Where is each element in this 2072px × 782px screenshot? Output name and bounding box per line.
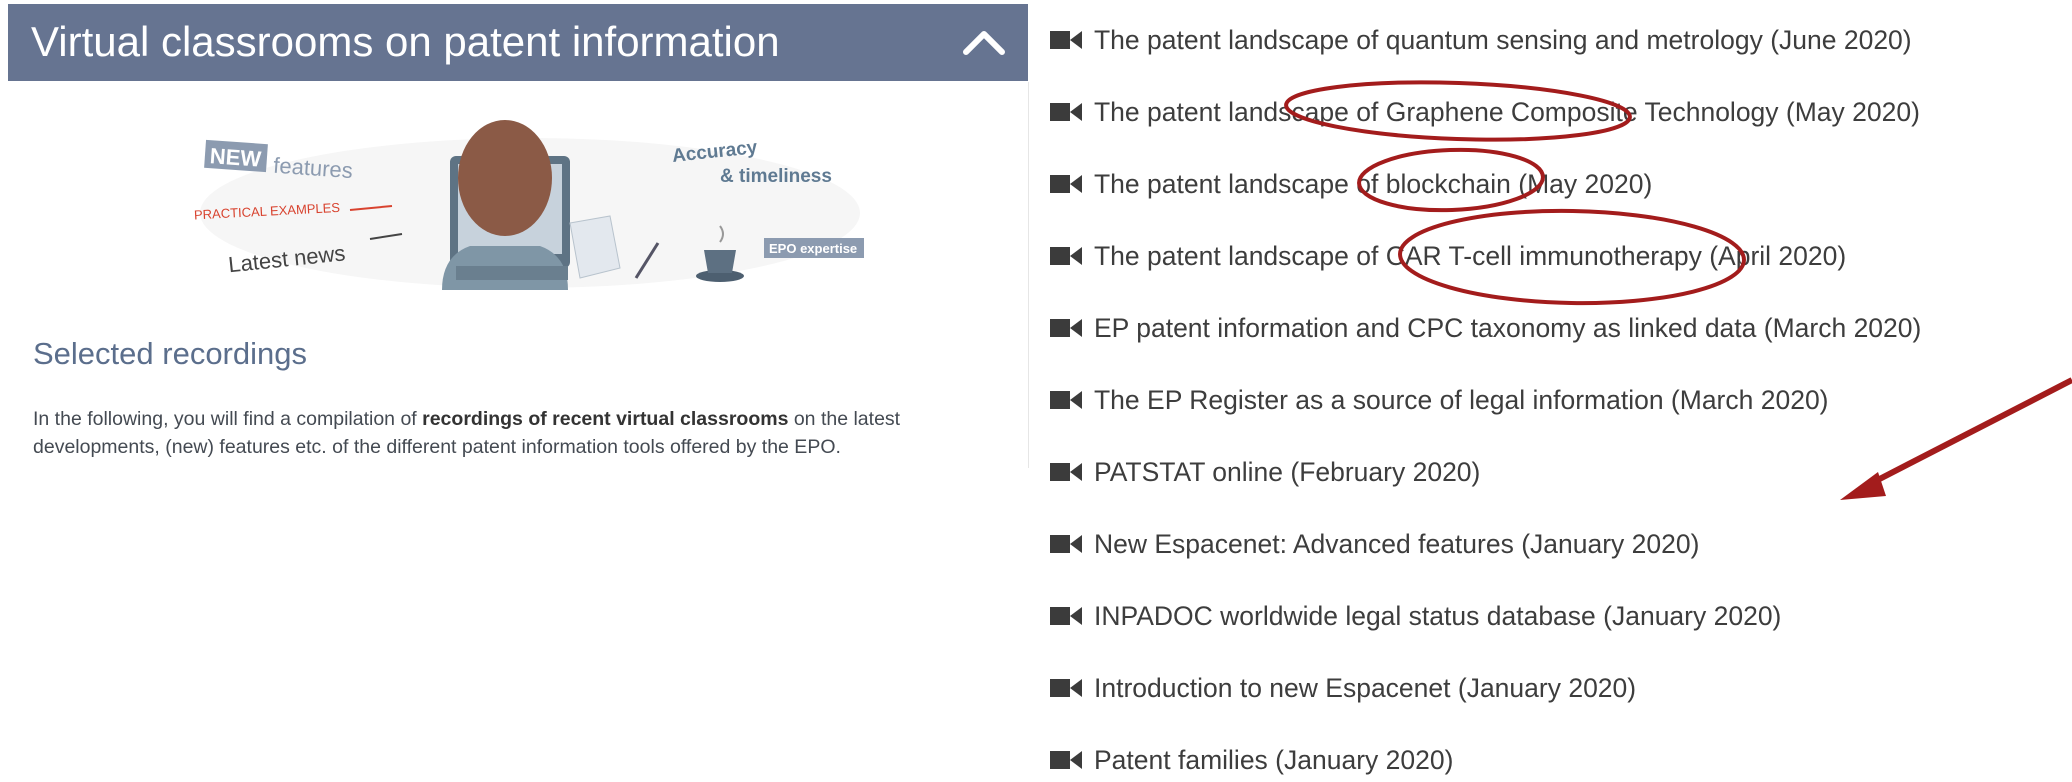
video-camera-icon [1050,175,1082,193]
intro-text-bold: recordings of recent virtual classrooms [422,408,789,430]
video-camera-icon [1050,247,1082,265]
recording-label: The patent landscape of Graphene Composi… [1094,96,1920,127]
recording-label: PATSTAT online (February 2020) [1094,456,1481,487]
intro-text-start: In the following, you will find a compil… [33,408,423,430]
recording-link[interactable]: The patent landscape of blockchain (May … [1050,162,1652,206]
recording-link[interactable]: The patent landscape of quantum sensing … [1050,18,1912,62]
virtual-classrooms-panel: Virtual classrooms on patent information… [0,0,1030,468]
recording-label: Introduction to new Espacenet (January 2… [1094,672,1637,703]
section-title: Selected recordings [33,336,307,371]
recording-link[interactable]: The patent landscape of CAR T-cell immun… [1050,234,1846,278]
recording-link[interactable]: Patent families (January 2020) [1050,738,1453,782]
chevron-up-icon [963,31,1005,55]
recording-link[interactable]: EP patent information and CPC taxonomy a… [1050,306,1921,350]
recording-label: EP patent information and CPC taxonomy a… [1094,312,1922,343]
video-camera-icon [1050,31,1082,49]
banner-illustration: NEW features PRACTICAL EXAMPLES Latest n… [194,120,864,290]
annotation-arrow [1840,377,2072,500]
recording-link[interactable]: New Espacenet: Advanced features (Januar… [1050,522,1699,566]
recording-label: New Espacenet: Advanced features (Januar… [1094,528,1700,559]
recording-label: The patent landscape of CAR T-cell immun… [1094,240,1847,271]
recording-link[interactable]: PATSTAT online (February 2020) [1050,450,1480,494]
video-camera-icon [1050,463,1082,481]
intro-paragraph: In the following, you will find a compil… [33,405,1003,461]
recording-link[interactable]: The EP Register as a source of legal inf… [1050,378,1829,422]
recording-label: INPADOC worldwide legal status database … [1094,600,1782,631]
timeliness-label: & timeliness [720,166,832,187]
video-camera-icon [1050,607,1082,625]
video-camera-icon [1050,535,1082,553]
panel-title: Virtual classrooms on patent information [31,18,780,65]
video-camera-icon [1050,319,1082,337]
panel-header[interactable]: Virtual classrooms on patent information [8,4,1028,81]
recording-link[interactable]: The patent landscape of Graphene Composi… [1050,90,1920,134]
video-camera-icon [1050,391,1082,409]
recording-label: The patent landscape of blockchain (May … [1094,168,1653,199]
panel-divider [1028,82,1029,468]
video-camera-icon [1050,751,1082,769]
epo-expertise-label: EPO expertise [769,241,857,256]
video-camera-icon [1050,103,1082,121]
recording-link[interactable]: Introduction to new Espacenet (January 2… [1050,666,1636,710]
video-camera-icon [1050,679,1082,697]
collapse-button[interactable] [960,20,1008,64]
recording-label: The patent landscape of quantum sensing … [1094,24,1912,55]
recording-label: Patent families (January 2020) [1094,744,1454,775]
recording-label: The EP Register as a source of legal inf… [1094,384,1829,415]
new-badge-label: NEW [209,143,262,172]
recording-link[interactable]: INPADOC worldwide legal status database … [1050,594,1781,638]
